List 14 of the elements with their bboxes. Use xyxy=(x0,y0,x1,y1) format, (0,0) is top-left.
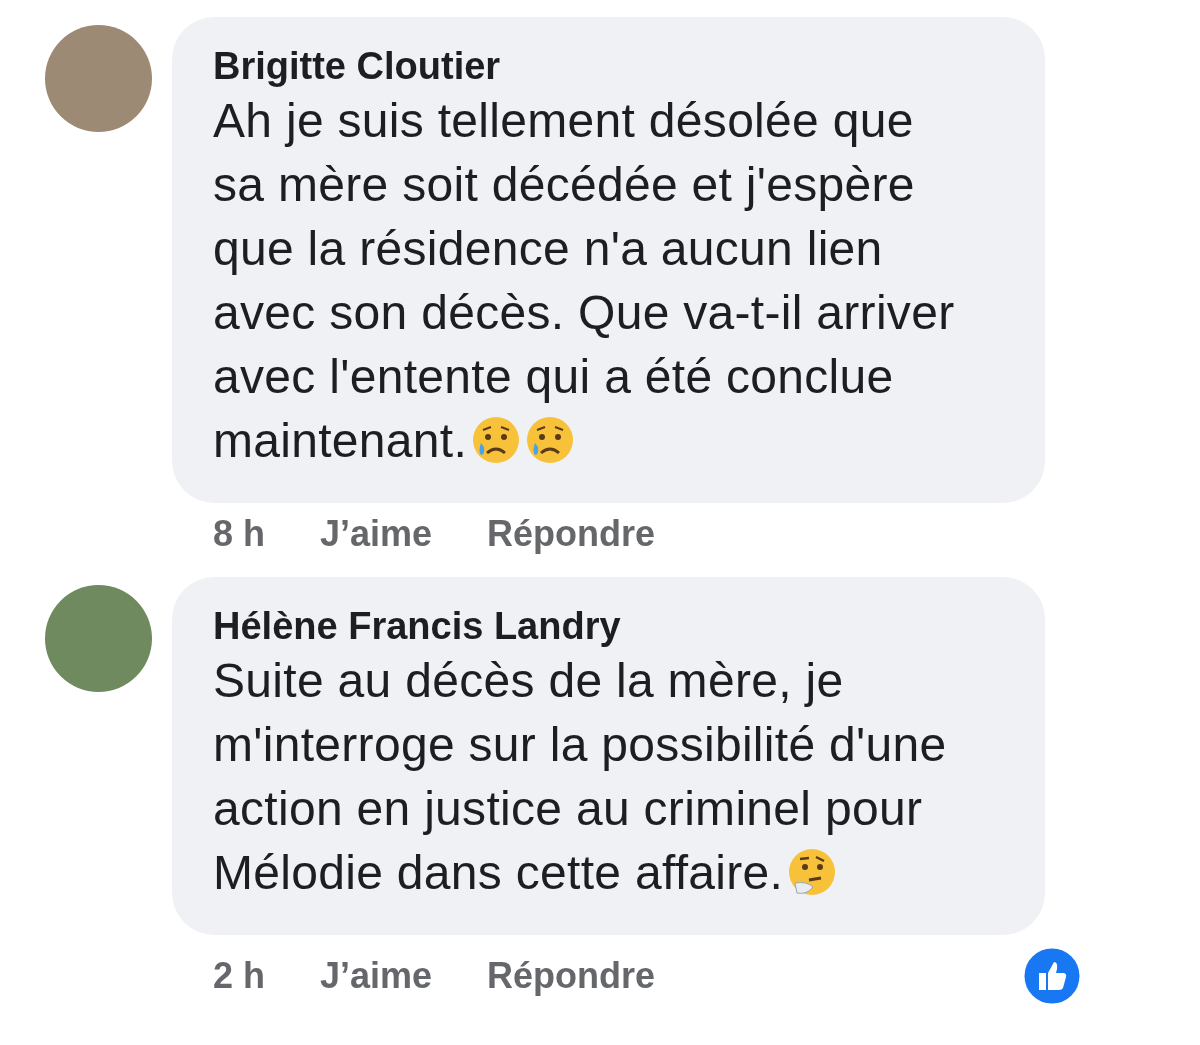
timestamp[interactable]: 8 h xyxy=(213,513,265,555)
like-icon[interactable] xyxy=(1021,945,1083,1007)
reply-link[interactable]: Répondre xyxy=(487,955,656,997)
comment-text: Suite au décès de la mère, je m'interroge sur la possibilité d'une action en justice au criminel pour Mélodie dans cette affaire. xyxy=(213,653,948,901)
timestamp[interactable]: 2 h xyxy=(213,955,265,997)
like-link[interactable]: J’aime xyxy=(320,513,433,555)
comment-text: Ah je suis tellement désolée que sa mère soit décédée et j'espère que la résidence n'a aucun lien avec son décès. Que va-t-il arriver avec l'entente qui a été conclue maintenant. xyxy=(213,93,956,469)
author-name[interactable]: Brigitte Cloutier xyxy=(213,43,1025,89)
thinking-face-icon xyxy=(787,847,838,897)
author-name[interactable]: Hélène Francis Landry xyxy=(213,603,1025,649)
crying-face-icon xyxy=(525,415,576,465)
like-link[interactable]: J’aime xyxy=(320,955,433,997)
crying-face-icon xyxy=(471,415,522,465)
reply-link[interactable]: Répondre xyxy=(487,513,656,555)
